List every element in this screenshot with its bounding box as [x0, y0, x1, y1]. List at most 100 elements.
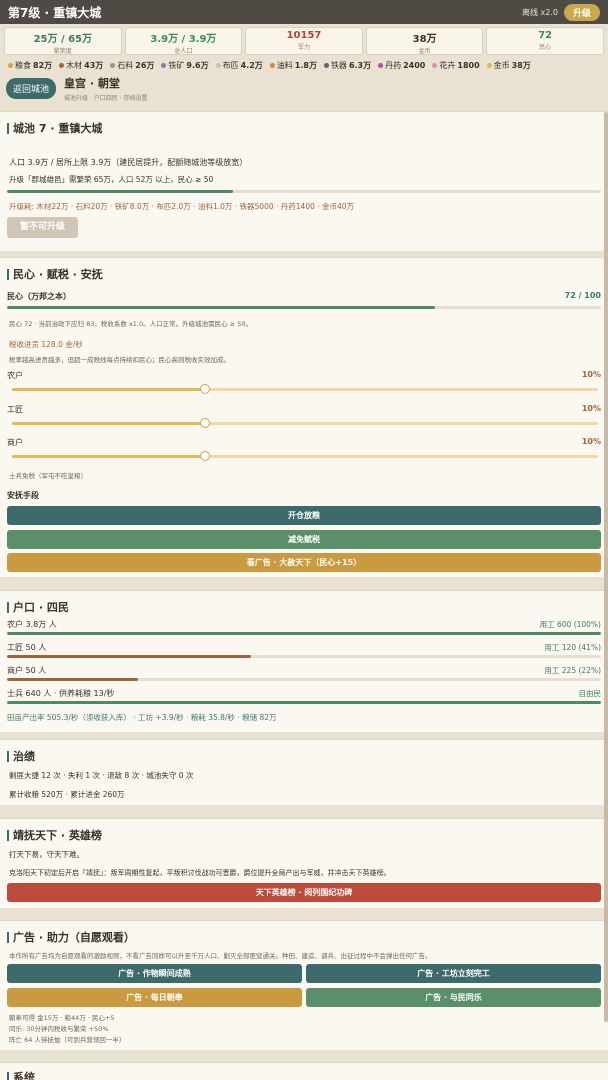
resource-value: 1.8万 — [294, 60, 317, 70]
resource-value: 2400 — [403, 60, 426, 70]
stat-value: 10157 — [286, 30, 322, 41]
governance-line2: 累计收粮 520万 · 累计进金 260万 — [9, 790, 125, 799]
ad-crop-ripen-button[interactable]: 广告 · 作物瞬间成熟 — [7, 964, 302, 983]
morale-label: 民心（万邦之本） — [7, 292, 71, 301]
offline-multiplier: 离线 x2.0 — [521, 7, 558, 17]
stat-prosperity: 25万 / 65万 繁荣度 — [4, 27, 122, 55]
resource-name: 金币 — [493, 60, 510, 70]
city-population: 人口 3.9万 / 居所上限 3.9万（建民居提升，配额随城池等级放宽） — [9, 158, 248, 167]
city-upgrade-progress — [7, 190, 601, 193]
system-card: 系统 — [0, 1062, 608, 1080]
resource-name: 布匹 — [222, 60, 239, 70]
open-granary-button[interactable]: 开仓放粮 — [7, 506, 601, 525]
stat-value: 3.9万 / 3.9万 — [150, 34, 217, 45]
resource-dot-icon — [161, 62, 167, 68]
slider-knob[interactable] — [200, 451, 211, 461]
ads-footer1: 朝奉可得 金15万 · 粮44万 · 民心+5 — [9, 1014, 115, 1022]
resource-item: 木材 43万 — [59, 59, 103, 71]
ad-workshop-finish-button[interactable]: 广告 · 工坊立刻完工 — [306, 964, 601, 983]
stat-population: 3.9万 / 3.9万总人口 — [124, 27, 243, 55]
resource-item: 石料 26万 — [110, 59, 154, 71]
morale-card: 民心 · 赋税 · 安抚 民心（万邦之本） 72 / 100 民心 72 · 当… — [0, 257, 608, 577]
heroes-card: 靖抚天下 · 英雄榜 打天下易，守天下难。 克洛阳天下初定后开启「靖抚」：叛军周… — [0, 818, 608, 908]
scrollbar[interactable] — [604, 112, 608, 1022]
slider-knob[interactable] — [200, 384, 211, 394]
stat-morale: 72 民心 — [486, 27, 604, 55]
household-bar-farmer — [7, 632, 601, 635]
stat-military: 10157 军力 — [245, 27, 363, 55]
resource-item: 铁矿 9.6万 — [161, 59, 209, 71]
city-upgrade-cost: 升级耗: 木材22万 · 石料20万 · 铁矿8.0万 · 布匹2.0万 · 油… — [9, 202, 355, 211]
household-row-label: 工匠 50 人 — [7, 643, 47, 652]
resource-name: 油料 — [276, 60, 293, 70]
resource-value: 82万 — [33, 60, 53, 70]
ads-footer2: 同乐: 30分钟内税收与繁荣 +50% — [9, 1025, 109, 1033]
system-heading: 系统 — [7, 1069, 35, 1080]
ads-card: 广告 · 助力（自愿观看） 本作所有广告均为自愿观看的激励视频，不看广告同样可以… — [0, 920, 608, 1050]
resource-value: 38万 — [511, 60, 531, 70]
household-row-usage: 用工 600 (100%) — [539, 620, 601, 629]
resource-dot-icon — [215, 62, 221, 68]
breadcrumb: 皇宫 · 朝堂 城池升级 · 户口四民 · 存档设置 — [64, 75, 147, 102]
reduce-tax-button[interactable]: 减免赋税 — [7, 530, 601, 549]
stat-gold: 38万 金币 — [365, 27, 484, 55]
household-row-label: 农户 3.8万 人 — [7, 620, 57, 629]
stat-label: 金币 — [418, 48, 431, 55]
resource-value: 9.6万 — [186, 60, 209, 70]
morale-note: 民心 72 · 当前治政下应归 83。税收系数 x1.0。人口正常。升级城池需民… — [9, 320, 252, 328]
resource-bar: 粮食 82万 木材 43万 石料 26万 铁矿 9.6万 布匹 4.2万 油料 1.8万 铁器 6.3万丹… — [0, 55, 608, 71]
slider-value-farmer: 10% — [581, 370, 601, 379]
stat-label: 军力 — [297, 44, 310, 51]
resource-value: 26万 — [135, 60, 155, 70]
household-bar-artisan — [7, 655, 601, 658]
upgrade-button[interactable]: 升级 — [563, 3, 600, 21]
resource-dot-icon — [432, 62, 438, 68]
resource-value: 6.3万 — [348, 60, 372, 70]
resource-item: 铁器 6.3万 — [323, 59, 372, 71]
ads-heading: 广告 · 助力（自愿观看） — [7, 929, 135, 945]
slider-value-artisan: 10% — [581, 404, 601, 413]
tax-slider-farmer[interactable] — [12, 384, 598, 394]
morale-heading: 民心 · 赋税 · 安抚 — [7, 266, 103, 282]
household-row-usage: 自由民 — [578, 689, 602, 698]
city-requirement: 升级「郡城雄邑」需繁荣 65万，人口 52万 以上，民心 ≥ 50 — [9, 175, 214, 184]
household-row-usage: 用工 225 (22%) — [544, 666, 601, 675]
stat-label: 总人口 — [174, 48, 193, 55]
households-summary: 田亩产出率 505.3/秒（须收获入库） · 工坊 +3.9/秒 · 粮耗 35… — [7, 713, 277, 722]
soldier-tax-note: 士兵免税（军屯不吃皇粮） — [9, 472, 87, 480]
stat-label: 民心 — [539, 44, 552, 51]
governance-card: 治绩 剿匪大捷 12 次 · 失利 1 次 · 退敌 8 次 · 城池失守 0 … — [0, 739, 608, 805]
resource-name: 丹药 — [385, 60, 402, 70]
resource-dot-icon — [486, 62, 492, 68]
tax-slider-artisan[interactable] — [12, 418, 598, 428]
ad-celebrate-button[interactable]: 广告 · 与民同乐 — [306, 988, 601, 1007]
resource-item: 粮食 82万 — [8, 59, 52, 71]
resource-dot-icon — [110, 62, 116, 68]
hero-board-button[interactable]: 天下英雄榜 · 阅列国纪功碑 — [7, 883, 601, 902]
page-title: 皇宫 · 朝堂 — [64, 76, 120, 90]
resource-name: 木材 — [66, 60, 83, 70]
resource-name: 粮食 — [15, 60, 31, 70]
heroes-line1: 打天下易，守天下难。 — [9, 850, 84, 859]
ads-note: 本作所有广告均为自愿观看的激励视频，不看广告同样可以升至千万人口、剿灭全部匪寇通… — [9, 952, 432, 960]
ad-amnesty-button[interactable]: 看广告 · 大赦天下（民心+15） — [7, 553, 601, 572]
ad-daily-tribute-button[interactable]: 广告 · 每日朝奉 — [7, 988, 302, 1007]
back-to-city-button[interactable]: 返回城池 — [6, 77, 57, 99]
tax-income: 税收进贡 128.0 金/秒 — [9, 340, 83, 349]
resource-value: 4.2万 — [240, 60, 263, 70]
heroes-line2: 克洛阳天下初定后开启「靖抚」：叛军周期性复起，平叛积讨伐战功可晋爵，爵位提升全局… — [9, 869, 391, 877]
household-row-label: 士兵 640 人 · 供养耗粮 13/秒 — [7, 689, 115, 698]
cannot-upgrade-button[interactable]: 暂不可升级 — [7, 217, 78, 238]
morale-value: 72 / 100 — [564, 291, 601, 300]
slider-label-farmer: 农户 — [7, 371, 23, 380]
city-card: 城池 7 · 重镇大城 人口 3.9万 / 居所上限 3.9万（建民居提升，配额… — [0, 111, 608, 251]
household-row-usage: 用工 120 (41%) — [544, 643, 601, 652]
slider-knob[interactable] — [200, 418, 211, 428]
slider-value-merchant: 10% — [581, 437, 601, 446]
resource-item: 油料 1.8万 — [269, 59, 317, 71]
morale-progress — [7, 306, 601, 309]
tax-slider-merchant[interactable] — [12, 451, 598, 461]
stat-label: 繁荣度 — [53, 48, 72, 55]
households-card: 户口 · 四民 农户 3.8万 人 用工 600 (100%) 工匠 50 人 … — [0, 590, 608, 732]
nav-row: 返回城池 皇宫 · 朝堂 城池升级 · 户口四民 · 存档设置 — [0, 73, 608, 103]
